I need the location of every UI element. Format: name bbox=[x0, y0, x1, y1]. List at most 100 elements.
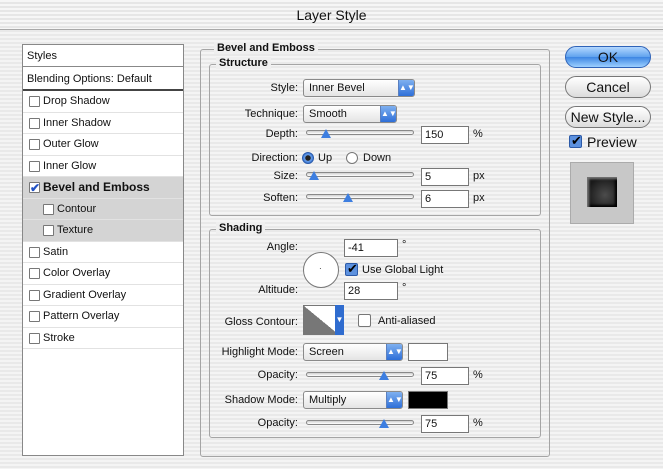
shadow-opacity-slider-thumb[interactable] bbox=[379, 419, 389, 428]
gloss-contour-picker[interactable] bbox=[303, 305, 339, 335]
style-preview-thumbnail bbox=[570, 162, 634, 224]
style-item-label: Bevel and Emboss bbox=[43, 180, 150, 194]
style-item-checkbox[interactable] bbox=[43, 225, 54, 236]
highlight-mode-popup[interactable]: Screen ▲▼ bbox=[303, 343, 403, 361]
chevron-updown-icon: ▲▼ bbox=[398, 80, 415, 96]
use-global-light-label: Use Global Light bbox=[362, 264, 444, 276]
anti-aliased-checkbox[interactable] bbox=[358, 314, 371, 327]
depth-slider[interactable] bbox=[306, 129, 414, 138]
highlight-mode-label: Highlight Mode: bbox=[221, 346, 298, 358]
new-style-button[interactable]: New Style... bbox=[565, 106, 651, 128]
style-item-label: Contour bbox=[57, 202, 97, 215]
depth-field[interactable]: 150 bbox=[421, 126, 469, 144]
soften-slider-thumb[interactable] bbox=[343, 193, 354, 202]
style-label: Style: bbox=[270, 82, 298, 94]
soften-unit: px bbox=[473, 192, 485, 204]
style-item-texture[interactable]: Texture bbox=[23, 220, 183, 242]
style-items: Drop Shadow Inner Shadow Outer Glow Inner G… bbox=[23, 91, 183, 349]
style-item-color-overlay[interactable]: Color Overlay bbox=[23, 263, 183, 285]
preview-checkbox[interactable] bbox=[569, 133, 582, 149]
chevron-updown-icon: ▲▼ bbox=[386, 344, 403, 360]
gloss-contour-dropdown-icon[interactable]: ▼ bbox=[335, 305, 344, 335]
window-title: Layer Style bbox=[0, 0, 663, 30]
style-item-label: Color Overlay bbox=[43, 267, 111, 279]
shadow-mode-label: Shadow Mode: bbox=[224, 394, 298, 406]
altitude-unit: ° bbox=[402, 282, 407, 294]
style-item-label: Stroke bbox=[43, 331, 75, 344]
style-item-label: Pattern Overlay bbox=[43, 310, 120, 322]
styles-list: Styles Blending Options: Default Drop Sh… bbox=[22, 44, 184, 456]
style-item-checkbox[interactable] bbox=[29, 332, 40, 344]
style-item-stroke[interactable]: Stroke bbox=[23, 328, 183, 349]
bevel-emboss-title: Bevel and Emboss bbox=[214, 42, 318, 54]
blending-options-item[interactable]: Blending Options: Default bbox=[23, 67, 183, 91]
style-item-checkbox[interactable] bbox=[29, 178, 40, 200]
soften-slider[interactable] bbox=[306, 193, 414, 202]
angle-label: Angle: bbox=[266, 241, 298, 253]
style-item-contour[interactable]: Contour bbox=[23, 198, 183, 220]
style-item-checkbox[interactable] bbox=[29, 246, 40, 258]
highlight-opacity-unit: % bbox=[473, 369, 483, 381]
shadow-opacity-unit: % bbox=[473, 417, 483, 429]
style-item-label: Inner Glow bbox=[43, 159, 97, 172]
style-item-bevel-and-emboss[interactable]: Bevel and Emboss bbox=[23, 177, 183, 200]
use-global-light-checkbox[interactable] bbox=[345, 261, 358, 277]
style-item-label: Outer Glow bbox=[43, 138, 99, 150]
style-item-checkbox[interactable] bbox=[29, 96, 40, 107]
size-label: Size: bbox=[273, 170, 298, 182]
direction-up-radio[interactable] bbox=[302, 152, 314, 164]
highlight-opacity-slider-thumb[interactable] bbox=[379, 371, 389, 380]
style-item-checkbox[interactable] bbox=[29, 139, 40, 150]
highlight-opacity-field[interactable]: 75 bbox=[421, 367, 469, 385]
depth-unit: % bbox=[473, 128, 483, 140]
technique-label: Technique: bbox=[244, 108, 298, 120]
technique-popup-value: Smooth bbox=[309, 108, 347, 120]
direction-up-label: Up bbox=[318, 152, 333, 164]
highlight-opacity-label: Opacity: bbox=[257, 369, 298, 381]
highlight-mode-value: Screen bbox=[309, 346, 344, 358]
style-popup[interactable]: Inner Bevel ▲▼ bbox=[303, 79, 415, 97]
shadow-color-swatch[interactable] bbox=[408, 391, 448, 409]
highlight-opacity-slider[interactable] bbox=[306, 371, 414, 380]
shadow-mode-popup[interactable]: Multiply ▲▼ bbox=[303, 391, 403, 409]
ok-button[interactable]: OK bbox=[565, 46, 651, 68]
depth-slider-thumb[interactable] bbox=[321, 129, 332, 138]
style-item-checkbox[interactable] bbox=[29, 160, 40, 172]
style-item-outer-glow[interactable]: Outer Glow bbox=[23, 134, 183, 156]
style-item-label: Texture bbox=[57, 224, 94, 236]
style-item-pattern-overlay[interactable]: Pattern Overlay bbox=[23, 306, 183, 328]
angle-dial[interactable]: · bbox=[303, 252, 339, 288]
style-item-gradient-overlay[interactable]: Gradient Overlay bbox=[23, 285, 183, 306]
shadow-opacity-label: Opacity: bbox=[257, 417, 298, 429]
style-item-checkbox[interactable] bbox=[29, 268, 40, 279]
style-item-satin[interactable]: Satin bbox=[23, 242, 183, 263]
direction-down-label: Down bbox=[363, 152, 392, 164]
chevron-updown-icon: ▲▼ bbox=[386, 392, 403, 408]
direction-down-radio[interactable] bbox=[346, 152, 358, 164]
style-item-checkbox[interactable] bbox=[29, 289, 40, 301]
cancel-button[interactable]: Cancel bbox=[565, 76, 651, 98]
style-item-inner-glow[interactable]: Inner Glow bbox=[23, 156, 183, 177]
gloss-contour-label: Gloss Contour: bbox=[224, 316, 298, 328]
style-item-label: Gradient Overlay bbox=[43, 288, 127, 301]
style-item-inner-shadow[interactable]: Inner Shadow bbox=[23, 113, 183, 134]
shadow-opacity-slider[interactable] bbox=[306, 419, 414, 428]
technique-popup[interactable]: Smooth ▲▼ bbox=[303, 105, 397, 123]
style-item-checkbox[interactable] bbox=[29, 311, 40, 322]
preview-label: Preview bbox=[587, 134, 637, 150]
angle-field[interactable]: -41 bbox=[344, 239, 398, 257]
style-item-checkbox[interactable] bbox=[43, 203, 54, 215]
style-item-drop-shadow[interactable]: Drop Shadow bbox=[23, 91, 183, 113]
structure-title: Structure bbox=[216, 57, 271, 69]
anti-aliased-label: Anti-aliased bbox=[378, 315, 436, 327]
size-slider-thumb[interactable] bbox=[308, 171, 319, 180]
preview-swatch bbox=[587, 177, 617, 207]
shadow-opacity-field[interactable]: 75 bbox=[421, 415, 469, 433]
highlight-color-swatch[interactable] bbox=[408, 343, 448, 361]
soften-field[interactable]: 6 bbox=[421, 190, 469, 208]
style-item-checkbox[interactable] bbox=[29, 117, 40, 129]
size-field[interactable]: 5 bbox=[421, 168, 469, 186]
styles-list-header[interactable]: Styles bbox=[23, 45, 183, 67]
size-slider[interactable] bbox=[306, 171, 414, 180]
altitude-field[interactable]: 28 bbox=[344, 282, 398, 300]
